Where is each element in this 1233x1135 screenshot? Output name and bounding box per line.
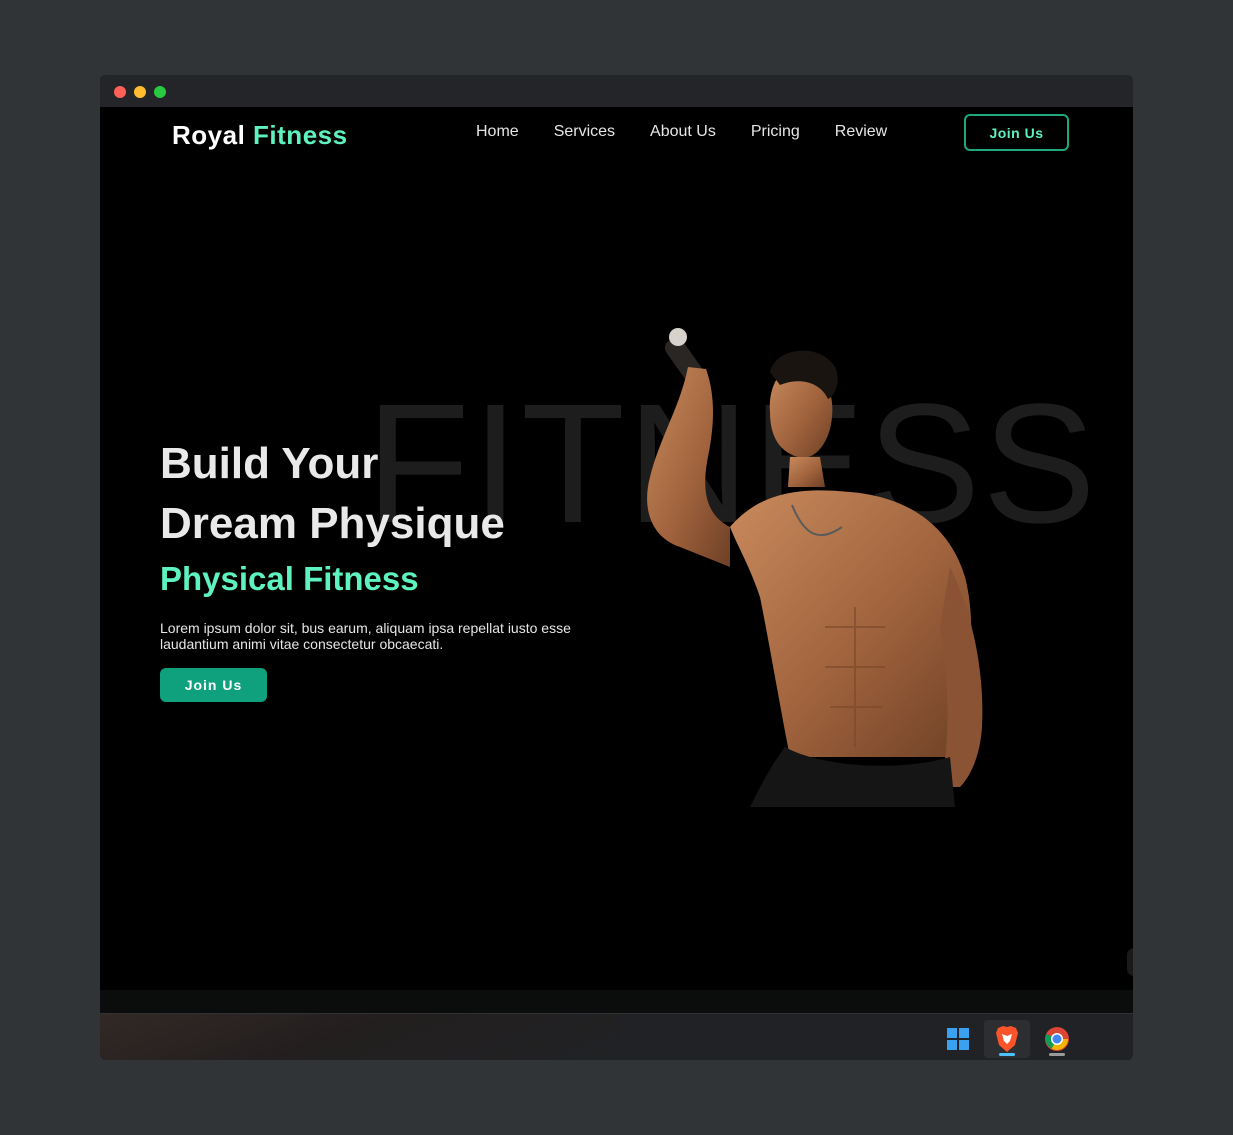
- site-logo[interactable]: Royal Fitness: [172, 120, 348, 151]
- maximize-window-button[interactable]: [154, 86, 166, 98]
- open-indicator: [1049, 1053, 1065, 1056]
- windows-start-icon[interactable]: [935, 1020, 981, 1058]
- nav-about-us[interactable]: About Us: [650, 123, 716, 141]
- active-indicator: [999, 1053, 1015, 1056]
- logo-main-text: Royal: [172, 120, 246, 150]
- chrome-browser-icon[interactable]: [1034, 1020, 1080, 1058]
- browser-window: Royal Fitness Home Services About Us Pri…: [100, 75, 1133, 1060]
- page-footer-strip: [100, 990, 1133, 1013]
- nav-review[interactable]: Review: [835, 123, 887, 141]
- hero-title: Build Your Dream Physique: [160, 434, 505, 554]
- main-nav: Home Services About Us Pricing Review: [476, 123, 887, 141]
- minimize-window-button[interactable]: [134, 86, 146, 98]
- athlete-image: [647, 328, 983, 807]
- hero-subtitle: Physical Fitness: [160, 560, 419, 597]
- nav-home[interactable]: Home: [476, 123, 519, 141]
- logo-accent-text: Fitness: [253, 120, 348, 150]
- taskbar: [100, 1013, 1133, 1060]
- landing-page: Royal Fitness Home Services About Us Pri…: [100, 107, 1133, 990]
- hero-title-line2: Dream Physique: [160, 499, 505, 548]
- hero-title-line1: Build Your: [160, 439, 379, 488]
- nav-pricing[interactable]: Pricing: [751, 123, 800, 141]
- close-window-button[interactable]: [114, 86, 126, 98]
- scroll-handle[interactable]: [1127, 948, 1133, 976]
- brave-browser-icon[interactable]: [984, 1020, 1030, 1058]
- header-join-button[interactable]: Join Us: [964, 114, 1069, 151]
- hero-join-button[interactable]: Join Us: [160, 668, 267, 702]
- window-titlebar: [100, 75, 1133, 107]
- taskbar-wallpaper: [100, 1014, 620, 1060]
- hero-description: Lorem ipsum dolor sit, bus earum, aliqua…: [160, 620, 571, 652]
- nav-services[interactable]: Services: [554, 123, 615, 141]
